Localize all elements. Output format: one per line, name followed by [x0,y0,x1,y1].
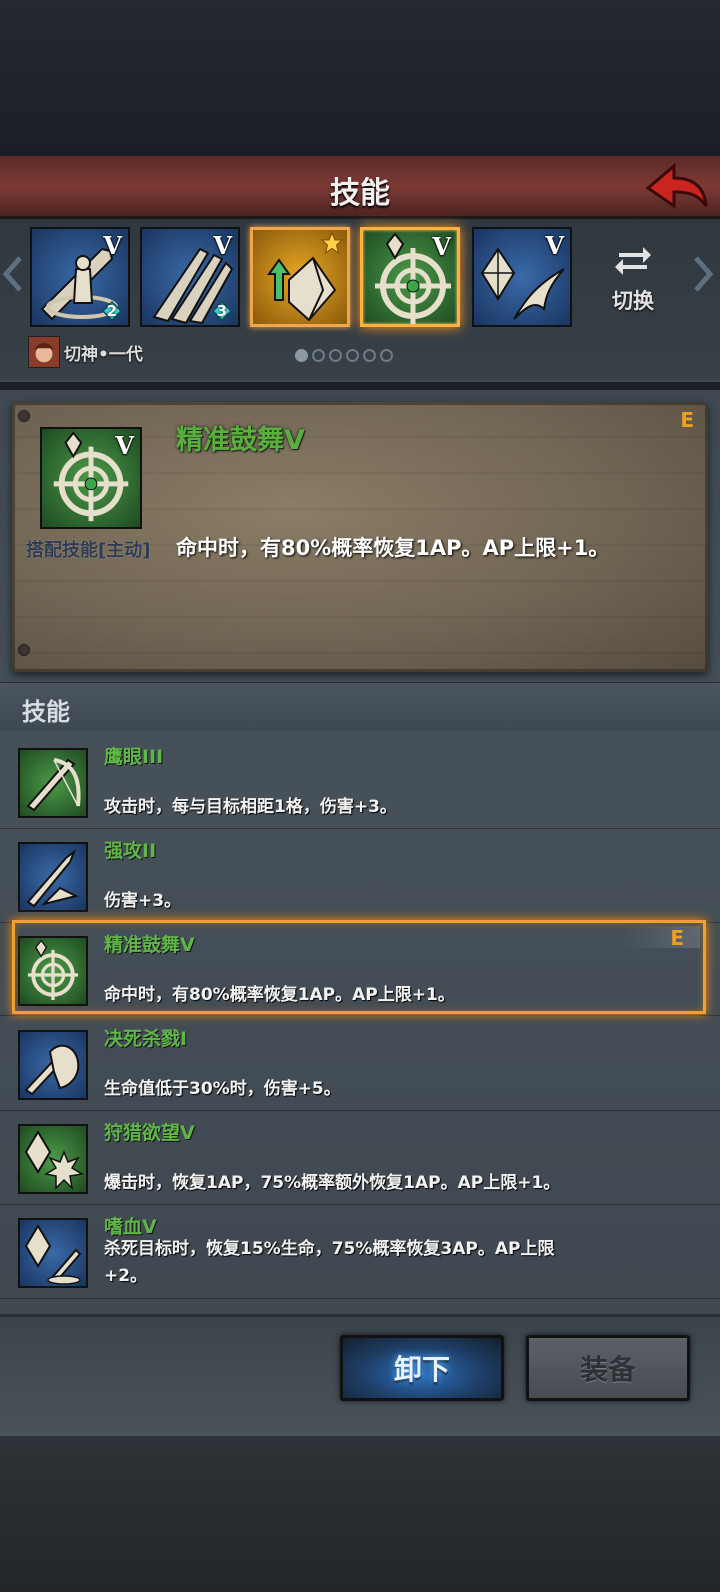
skill-slot-4[interactable]: V [360,227,460,327]
back-arrow-icon [645,162,708,209]
skill-description: 命中时，有80%概率恢复1AP。AP上限+1。 [104,985,455,1005]
page-dot[interactable] [380,349,393,362]
action-bar: 卸下 装备 [0,1314,720,1439]
fist-sword-icon [18,1030,88,1100]
bottom-backdrop [0,1436,720,1592]
skill-description: 爆击时，恢复1AP，75%概率额外恢复1AP。AP上限+1。 [104,1173,561,1193]
skill-description: 生命值低于30%时，伤害+5。 [104,1079,341,1099]
page-dot[interactable] [295,349,308,362]
rivet [18,644,30,656]
divider [0,382,720,390]
slot-level: V [432,232,451,261]
page-dot[interactable] [363,349,376,362]
slot-level: V [545,231,564,260]
skill-description: 伤害+3。 [104,891,182,911]
page-title: 技能 [330,176,390,211]
page-dot[interactable] [312,349,325,362]
equipped-badge: E [680,408,694,432]
skill-name: 精准鼓舞V [104,934,195,956]
hero-tag: 切神•一代 [28,335,143,369]
skill-list-item[interactable]: 决死杀戮I 生命值低于30%时，伤害+5。 [0,1016,720,1111]
switch-label: 切换 [612,289,654,313]
skill-slot-3[interactable] [250,227,350,327]
gem-count: 2 [106,302,117,320]
star-icon [321,232,343,254]
chevron-left-icon[interactable] [2,254,24,294]
skills-section-header: 技能 [0,682,720,731]
title-bar: 技能 [0,156,720,219]
skill-list-item[interactable]: 狩猎欲望V 爆击时，恢复1AP，75%概率额外恢复1AP。AP上限+1。 [0,1110,720,1205]
detail-skill-name: 精准鼓舞V [176,425,305,456]
badge-tab [620,926,700,948]
crystal-burst-icon [18,1124,88,1194]
equip-button[interactable]: 装备 [526,1335,690,1401]
page-dot[interactable] [329,349,342,362]
page-indicator [295,349,393,362]
skill-list-item-selected[interactable]: E 精准鼓舞V 命中时，有80%概率恢复1AP。AP上限+1。 [0,922,720,1016]
switch-button[interactable]: 切换 [600,237,666,317]
crosshair-icon [18,936,88,1006]
skill-slot-5[interactable]: V [472,227,572,327]
crystal-sword-icon [18,1218,88,1288]
skill-slot-1[interactable]: V 2 [30,227,130,327]
skill-name: 嗜血V [104,1216,157,1238]
hero-name: 切神•一代 [64,344,143,365]
skill-panel: 技能 V 2 V 3 V V 切换 切神•一代 V 搭配技能[主动] 精准鼓舞V… [0,156,720,1439]
bow-sword-icon [18,748,88,818]
page-dot[interactable] [346,349,359,362]
avatar [28,336,60,368]
skill-list-item[interactable]: 鹰眼III 攻击时，每与目标相距1格，伤害+3。 [0,734,720,829]
skill-name: 强攻II [104,840,157,862]
detail-level: V [115,431,134,460]
skill-type-label: 搭配技能[主动] [26,540,151,561]
skill-slot-2[interactable]: V 3 [140,227,240,327]
rivet [18,410,30,422]
skill-name: 鹰眼III [104,746,164,768]
skill-list-item[interactable]: 嗜血V 杀死目标时，恢复15%生命，75%概率恢复3AP。AP上限+2。 [0,1204,720,1299]
slot-level: V [213,231,232,260]
unequip-button[interactable]: 卸下 [340,1335,504,1401]
blade-strike-icon [18,842,88,912]
skill-detail-card: V 搭配技能[主动] 精准鼓舞V 命中时，有80%概率恢复1AP。AP上限+1。… [12,402,708,672]
back-button[interactable] [644,160,710,214]
skill-name: 决死杀戮I [104,1028,188,1050]
detail-skill-icon: V [40,427,142,529]
top-backdrop [0,0,720,156]
gem-count: 3 [216,302,227,320]
slot-level: V [103,231,122,260]
chevron-right-icon[interactable] [692,254,714,294]
detail-skill-description: 命中时，有80%概率恢复1AP。AP上限+1。 [176,536,610,560]
equipped-badge: E [670,926,684,950]
skill-carousel: V 2 V 3 V V 切换 切神•一代 [0,219,720,379]
swap-arrows-icon [615,247,651,275]
skill-list-item[interactable]: 强攻II 伤害+3。 [0,828,720,923]
section-title: 技能 [22,698,70,726]
skill-description: 攻击时，每与目标相距1格，伤害+3。 [104,797,397,817]
skill-description: 杀死目标时，恢复15%生命，75%概率恢复3AP。AP上限+2。 [104,1239,555,1286]
skill-name: 狩猎欲望V [104,1122,195,1144]
